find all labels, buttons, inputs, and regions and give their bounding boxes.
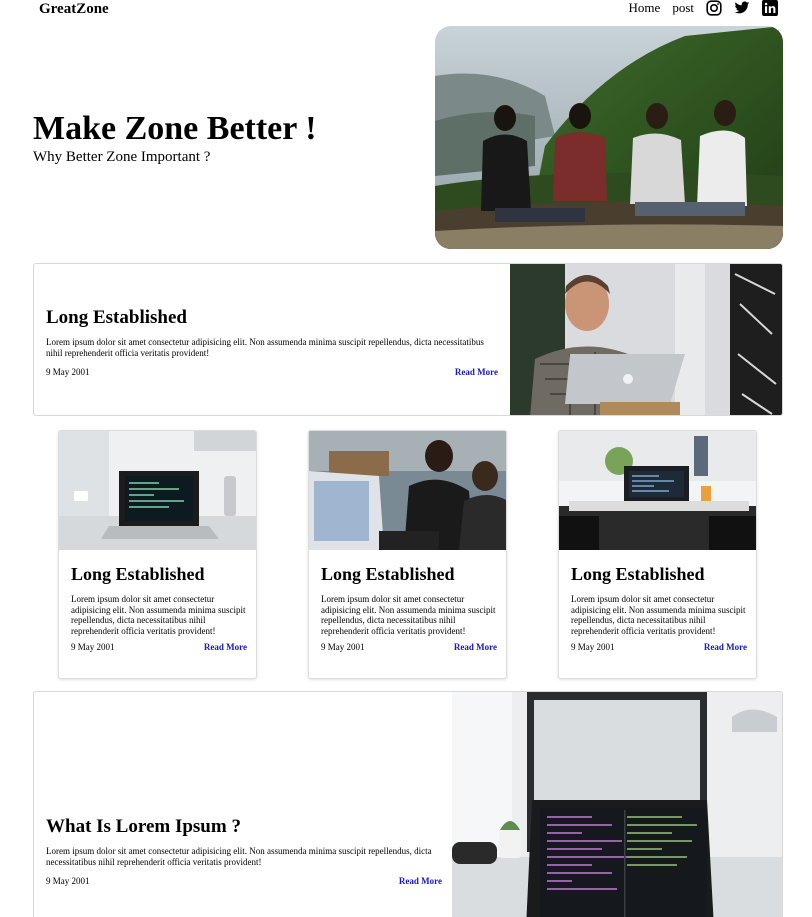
post-card-1: Long Established Lorem ipsum dolor sit a…: [58, 430, 257, 679]
post-card-2-title: Long Established: [321, 564, 455, 584]
post-card-3-title: Long Established: [571, 564, 705, 584]
top-nav: GreatZone Home post: [0, 0, 812, 20]
post-card-2-image: [309, 431, 506, 550]
article-card: What Is Lorem Ipsum ? Lorem ipsum dolor …: [33, 691, 783, 917]
post-card-2-body: Lorem ipsum dolor sit amet consectetur a…: [321, 594, 496, 636]
article-card-body: Lorem ipsum dolor sit amet consectetur a…: [46, 846, 432, 867]
post-card-2-date: 9 May 2001: [321, 642, 365, 652]
post-card-2-read-more-link[interactable]: Read More: [454, 642, 497, 652]
hero-title: Make Zone Better !: [33, 110, 317, 147]
post-card-3-read-more-link[interactable]: Read More: [704, 642, 747, 652]
nav-links: Home post: [629, 0, 778, 16]
post-card-1-read-more-link[interactable]: Read More: [204, 642, 247, 652]
featured-card-title: Long Established: [46, 307, 187, 328]
post-card-3-body: Lorem ipsum dolor sit amet consectetur a…: [571, 594, 746, 636]
article-card-image: [452, 692, 782, 917]
featured-card-image: [510, 264, 782, 415]
post-card-2: Long Established Lorem ipsum dolor sit a…: [308, 430, 507, 679]
post-card-3-date: 9 May 2001: [571, 642, 615, 652]
post-card-3: Long Established Lorem ipsum dolor sit a…: [558, 430, 757, 679]
featured-card: Long Established Lorem ipsum dolor sit a…: [33, 263, 783, 416]
featured-card-date: 9 May 2001: [46, 367, 90, 377]
post-card-1-title: Long Established: [71, 564, 205, 584]
linkedin-icon[interactable]: [762, 0, 778, 16]
post-card-3-image: [559, 431, 756, 550]
post-card-1-date: 9 May 2001: [71, 642, 115, 652]
post-card-1-image: [59, 431, 256, 550]
nav-link-post[interactable]: post: [672, 0, 694, 16]
post-card-1-body: Lorem ipsum dolor sit amet consectetur a…: [71, 594, 246, 636]
instagram-icon[interactable]: [706, 0, 722, 16]
featured-card-body: Lorem ipsum dolor sit amet consectetur a…: [46, 337, 484, 358]
article-card-date: 9 May 2001: [46, 876, 90, 886]
article-read-more-link[interactable]: Read More: [399, 876, 442, 886]
hero-image: [435, 26, 783, 249]
brand-logo[interactable]: GreatZone: [39, 1, 109, 18]
featured-read-more-link[interactable]: Read More: [455, 367, 498, 377]
article-card-title: What Is Lorem Ipsum ?: [46, 816, 241, 837]
twitter-icon[interactable]: [734, 0, 750, 16]
nav-link-home[interactable]: Home: [629, 0, 661, 16]
hero-subtitle: Why Better Zone Important ?: [33, 149, 211, 165]
